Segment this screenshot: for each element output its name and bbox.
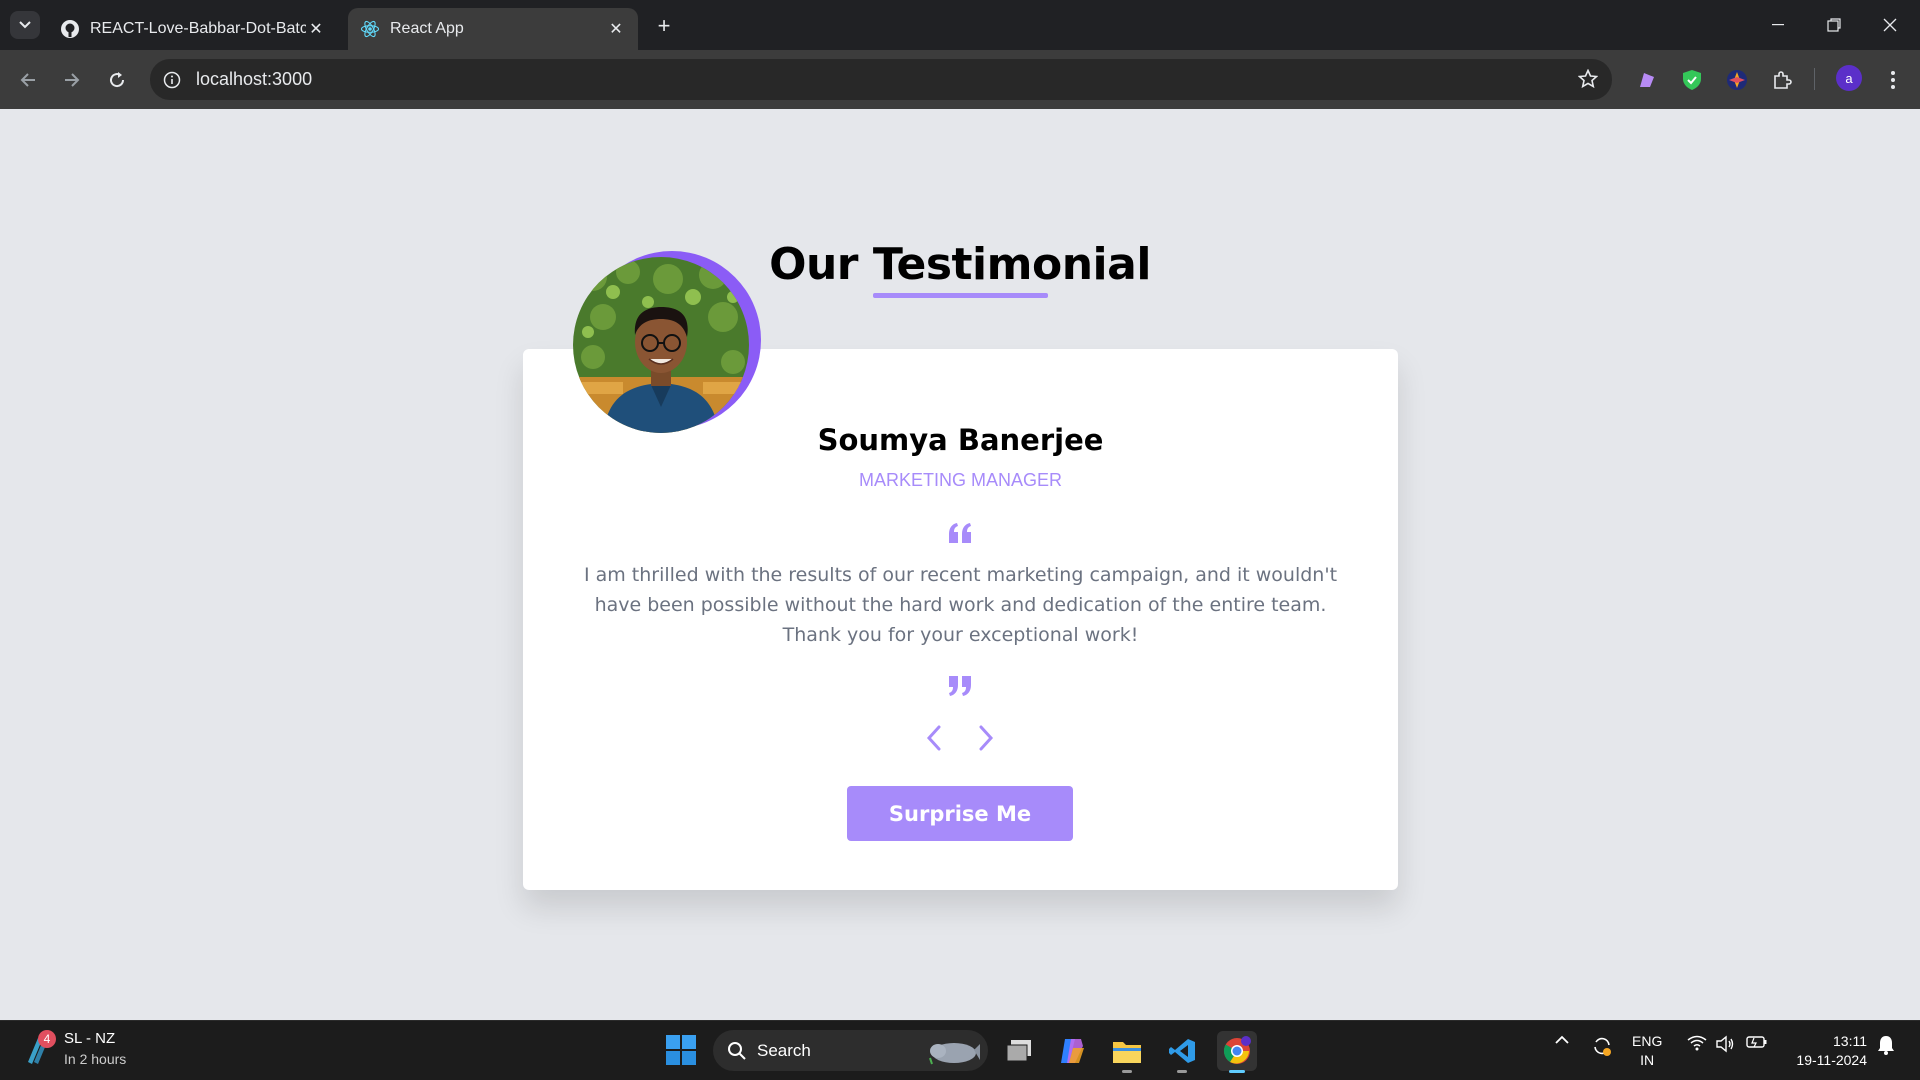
browser-tab-bar: REACT-Love-Babbar-Dot-Batch ✕ React App …	[0, 0, 1920, 50]
region-code: IN	[1640, 1052, 1655, 1068]
task-view-button[interactable]	[999, 1031, 1039, 1071]
cricket-icon: 4	[24, 1030, 58, 1066]
search-label: Search	[757, 1040, 811, 1060]
restore-button[interactable]	[1806, 0, 1862, 50]
volume-button[interactable]	[1714, 1035, 1736, 1053]
close-icon[interactable]: ✕	[606, 19, 626, 39]
tab-react-app[interactable]: React App ✕	[348, 8, 638, 50]
extension-purple-icon[interactable]	[1634, 67, 1660, 93]
vscode-icon	[1169, 1039, 1195, 1063]
start-button[interactable]	[666, 1035, 696, 1065]
notification-badge: 4	[38, 1030, 56, 1048]
more-menu-icon[interactable]	[1880, 67, 1906, 93]
testimonial-text: I am thrilled with the results of our re…	[583, 564, 1338, 646]
quote-right-icon	[949, 676, 971, 696]
folder-icon	[1113, 1042, 1141, 1063]
browser-toolbar: localhost:3000 a	[0, 50, 1920, 109]
chevron-down-icon	[19, 21, 31, 29]
next-button[interactable]	[971, 721, 1001, 755]
shield-extension-icon[interactable]	[1679, 67, 1705, 93]
page-viewport: Our Testimonial Soumya Banerjee MARKETIN…	[0, 109, 1920, 1020]
close-window-button[interactable]	[1862, 0, 1918, 50]
tab-title: REACT-Love-Babbar-Dot-Batch	[90, 20, 306, 37]
wifi-icon	[1687, 1035, 1707, 1051]
clock[interactable]: 13:11 19-11-2024	[1783, 1032, 1867, 1070]
avatar	[573, 251, 761, 439]
language-code: ENG	[1632, 1033, 1663, 1049]
battery-icon	[1746, 1036, 1767, 1048]
title-underline	[873, 293, 1048, 298]
task-view-icon	[1006, 1040, 1031, 1062]
close-icon	[1883, 18, 1897, 32]
tab-github[interactable]: REACT-Love-Babbar-Dot-Batch ✕	[48, 8, 338, 50]
arrow-right-icon	[65, 73, 80, 87]
back-button[interactable]	[12, 64, 44, 96]
compass-extension-icon[interactable]	[1724, 67, 1750, 93]
weather-widget[interactable]: 4 SL - NZ In 2 hours	[24, 1029, 126, 1069]
battery-button[interactable]	[1745, 1035, 1769, 1049]
previous-button[interactable]	[919, 721, 949, 755]
notifications-button[interactable]	[1876, 1035, 1896, 1055]
search-icon	[728, 1041, 746, 1060]
copilot-button[interactable]	[1052, 1031, 1092, 1071]
profile-avatar[interactable]: a	[1836, 65, 1862, 91]
windows-logo-icon	[666, 1035, 696, 1065]
tab-search-button[interactable]	[10, 11, 40, 39]
chrome-button[interactable]	[1217, 1031, 1257, 1073]
show-hidden-icons-button[interactable]	[1552, 1035, 1572, 1045]
testimonial-name: Soumya Banerjee	[817, 423, 1104, 457]
close-icon[interactable]: ✕	[306, 19, 326, 39]
react-icon	[360, 20, 380, 38]
weather-title: SL - NZ	[64, 1030, 116, 1047]
time-text: 13:11	[1833, 1033, 1867, 1049]
page-title: Our Testimonial	[769, 239, 1151, 290]
chevron-up-icon	[1555, 1035, 1569, 1044]
windows-taskbar: 4 SL - NZ In 2 hours Search ENG IN 13:11…	[0, 1020, 1920, 1080]
restore-icon	[1827, 18, 1841, 32]
minimize-icon	[1772, 24, 1784, 26]
reload-icon	[110, 72, 125, 88]
file-explorer-button[interactable]	[1107, 1031, 1147, 1073]
running-indicator	[1122, 1070, 1132, 1073]
surprise-me-button[interactable]: Surprise Me	[847, 786, 1073, 841]
taskbar-search[interactable]: Search	[713, 1030, 988, 1071]
puzzle-extensions-icon[interactable]	[1769, 67, 1795, 93]
language-indicator[interactable]: ENG IN	[1632, 1032, 1662, 1070]
reload-button[interactable]	[101, 64, 133, 96]
chevron-right-icon	[979, 725, 994, 751]
testimonial-job: MARKETING MANAGER	[858, 470, 1063, 490]
arrow-left-icon	[20, 73, 35, 87]
info-icon[interactable]	[162, 70, 182, 90]
chevron-left-icon	[926, 725, 941, 751]
bell-icon	[1878, 1036, 1894, 1055]
copilot-icon	[1061, 1039, 1084, 1063]
active-indicator	[1229, 1070, 1245, 1073]
bookmark-star-icon[interactable]	[1577, 68, 1599, 94]
running-indicator	[1177, 1070, 1187, 1073]
wifi-button[interactable]	[1686, 1035, 1708, 1051]
minimize-button[interactable]	[1750, 0, 1806, 50]
toolbar-divider	[1814, 68, 1815, 90]
sync-status-button[interactable]	[1589, 1035, 1615, 1057]
sync-icon	[1594, 1037, 1611, 1056]
github-icon	[61, 20, 79, 38]
manatee-icon	[929, 1043, 980, 1065]
url-text: localhost:3000	[196, 69, 313, 89]
tab-title: React App	[390, 20, 464, 37]
address-bar[interactable]: localhost:3000	[150, 59, 1612, 100]
chrome-icon	[1223, 1036, 1251, 1064]
weather-subtitle: In 2 hours	[64, 1051, 127, 1067]
quote-left-icon	[949, 523, 971, 543]
date-text: 19-11-2024	[1796, 1052, 1867, 1068]
forward-button[interactable]	[56, 64, 88, 96]
avatar-photo	[573, 257, 749, 433]
vscode-button[interactable]	[1162, 1031, 1202, 1073]
speaker-icon	[1716, 1035, 1734, 1053]
new-tab-button[interactable]: +	[650, 12, 678, 40]
